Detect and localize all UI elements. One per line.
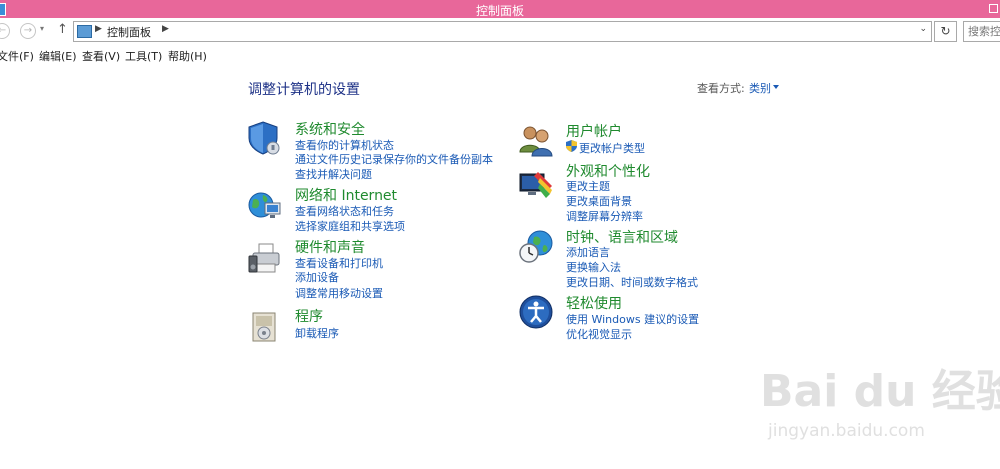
uac-shield-icon [566,140,577,155]
link-change-desktop-background[interactable]: 更改桌面背景 [566,193,632,209]
category-title-system-security[interactable]: 系统和安全 [295,119,365,139]
category-title-hardware-sound[interactable]: 硬件和声音 [295,237,365,257]
watermark-url: jingyan.baidu.com [768,421,925,441]
breadcrumb-control-panel[interactable]: 控制面板 [107,24,151,40]
category-title-network-internet[interactable]: 网络和 Internet [295,185,397,205]
shield-icon[interactable] [247,120,283,156]
address-dropdown-icon[interactable]: ⌄ [919,24,927,34]
link-mobility-settings[interactable]: 调整常用移动设置 [295,285,383,301]
clock-globe-icon[interactable] [518,229,554,265]
ease-of-access-icon[interactable] [518,294,554,330]
refresh-icon[interactable]: ↻ [934,21,957,42]
restore-icon[interactable] [989,4,998,13]
link-change-date-time-format[interactable]: 更改日期、时间或数字格式 [566,274,698,290]
menu-help[interactable]: 帮助(H) [168,48,207,64]
users-icon[interactable] [518,122,554,158]
link-add-language[interactable]: 添加语言 [566,244,610,260]
link-optimize-visual-display[interactable]: 优化视觉显示 [566,326,632,342]
watermark-logo: Bai du 经验 [760,366,1000,417]
category-title-programs[interactable]: 程序 [295,306,323,326]
link-network-status[interactable]: 查看网络状态和任务 [295,203,394,219]
link-windows-recommended-settings[interactable]: 使用 Windows 建议的设置 [566,311,699,327]
link-homegroup-sharing[interactable]: 选择家庭组和共享选项 [295,218,405,234]
appearance-monitor-icon[interactable] [518,166,554,202]
link-adjust-screen-resolution[interactable]: 调整屏幕分辨率 [566,208,643,224]
breadcrumb-separator-icon[interactable]: ▶ [162,24,169,34]
menu-view[interactable]: 查看(V) [82,48,120,64]
link-uninstall-program[interactable]: 卸载程序 [295,325,339,341]
view-by-dropdown[interactable]: 类别 [749,80,771,96]
view-by-label: 查看方式: [697,82,745,95]
back-icon[interactable]: ← [0,23,10,39]
forward-icon[interactable]: → [20,23,36,39]
menu-tools[interactable]: 工具(T) [125,48,162,64]
page-title: 调整计算机的设置 [248,82,360,98]
navigation-bar: ← → ▾ ↑ ▶ 控制面板 ▶ ⌄ ↻ 搜索控制 [0,18,1000,44]
menu-file[interactable]: 文件(F) [0,48,34,64]
breadcrumb-separator-icon[interactable]: ▶ [95,24,102,34]
link-change-input-method[interactable]: 更换输入法 [566,259,621,275]
view-by-caret-icon[interactable] [773,85,779,89]
up-icon[interactable]: ↑ [57,22,68,37]
title-bar: 控制面板 [0,0,1000,18]
link-change-theme[interactable]: 更改主题 [566,178,610,194]
link-troubleshoot[interactable]: 查找并解决问题 [295,166,372,182]
category-title-user-accounts[interactable]: 用户帐户 [566,121,622,141]
search-input[interactable]: 搜索控制 [963,21,1000,42]
window-title: 控制面板 [475,4,524,18]
menu-edit[interactable]: 编辑(E) [39,48,77,64]
network-globe-icon[interactable] [247,187,283,223]
control-panel-icon [77,25,92,38]
address-bar[interactable]: ▶ 控制面板 ▶ ⌄ [73,21,932,42]
programs-icon[interactable] [247,308,283,344]
category-title-ease-of-access[interactable]: 轻松使用 [566,293,622,313]
link-change-account-type[interactable]: 更改帐户类型 [579,140,645,156]
link-file-history-backup[interactable]: 通过文件历史记录保存你的文件备份副本 [295,151,493,167]
recent-pages-chevron-icon[interactable]: ▾ [40,24,44,33]
link-add-device[interactable]: 添加设备 [295,269,339,285]
printer-speaker-icon[interactable] [247,240,283,276]
